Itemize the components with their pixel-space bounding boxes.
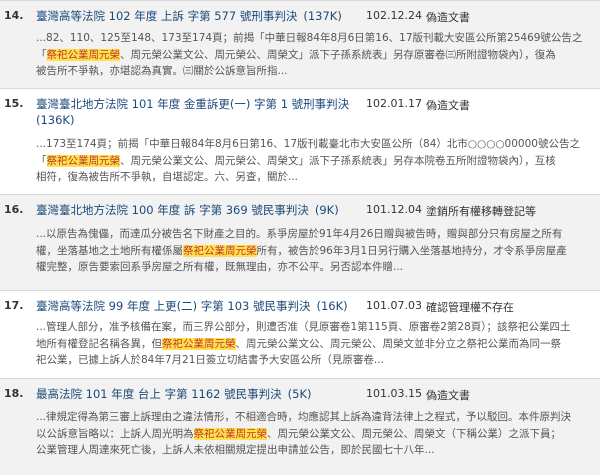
snippet-text: 「: [36, 48, 47, 61]
decision-date: 101.12.04: [366, 203, 422, 216]
result-item: 14. 臺灣高等法院 102 年度 上訴 字第 577 號刑事判決 (137K) 10…: [0, 0, 600, 88]
snippet-text: ...以原告為傀儡，而達瓜分被告名下財產之目的。系爭房屋於91年4月26日贈與被…: [36, 228, 563, 240]
result-number: 18.: [4, 387, 24, 400]
result-divider: [0, 88, 600, 89]
result-snippet: ...以原告為傀儡，而達瓜分被告名下財產之目的。系爭房屋於91年4月26日贈與被…: [36, 226, 591, 276]
case-reason: 偽造文書: [426, 11, 470, 24]
snippet-text: 、周元榮公業文公、周元榮公、周榮文並非分立之祭祀公業而為同一祭: [235, 337, 562, 350]
case-title-link[interactable]: 臺灣高等法院 99 年度 上更(二) 字第 103 號民事判決: [36, 299, 311, 313]
keyword-highlight: 祭祀公業周元榮: [193, 427, 267, 440]
snippet-line: 權，坐落基地之土地所有權係屬祭祀公業周元榮所有，被告於96年3月1日另行購入坐落…: [36, 243, 591, 260]
snippet-line: 祀公業，已據上訴人於84年7月21日簽立切結書予大安區公所（見原審卷...: [36, 352, 591, 369]
snippet-text: ...173至174頁；前揭「中華日報84年8月6日第16、17版刊載臺北市大安…: [36, 138, 580, 150]
result-number: 16.: [4, 203, 24, 216]
decision-date: 101.07.03: [366, 299, 422, 312]
decision-date: 102.12.24: [366, 9, 422, 22]
case-reason: 偽造文書: [426, 99, 470, 112]
case-reason: 塗銷所有權移轉登記等: [426, 205, 536, 218]
decision-date: 101.03.15: [366, 387, 422, 400]
snippet-text: 地所有權登記名稱各異，但: [36, 337, 162, 350]
snippet-text: 公業管理人周達來死亡後，上訴人未依相關規定提出申請並公告，即於民國七十八年...: [36, 444, 435, 456]
snippet-line: ...律規定得為第三審上訴理由之違法情形，不相適合時，均應認其上訴為違背法律上之…: [36, 409, 591, 426]
file-size: (9K): [314, 203, 339, 217]
result-item: 15. 臺灣臺北地方法院 101 年度 金重訴更(一) 字第 1 號刑事判決 (13…: [0, 88, 600, 194]
snippet-line: 權完整，原告要索回系爭房屋之所有權，既無理由，亦不公平。另否認本件贈...: [36, 259, 591, 276]
snippet-line: 公業管理人周達來死亡後，上訴人未依相關規定提出申請並公告，即於民國七十八年...: [36, 442, 591, 459]
snippet-text: 、周元榮公業文公、周元榮公、周榮文」派下子孫系統表」另存本院卷五所附證物袋內），…: [120, 154, 556, 167]
snippet-text: 相符，復為被告所不爭執，自堪認定。六、另查，關於...: [36, 171, 299, 183]
snippet-text: ...律規定得為第三審上訴理由之違法情形，不相適合時，均應認其上訴為違背法律上之…: [36, 411, 572, 423]
result-item: 16. 臺灣臺北地方法院 100 年度 訴 字第 369 號民事判決 (9K) 101…: [0, 194, 600, 290]
case-title-link[interactable]: 臺灣臺北地方法院 101 年度 金重訴更(一) 字第 1 號刑事判決: [36, 97, 349, 111]
case-reason: 確認管理權不存在: [426, 301, 514, 314]
snippet-text: 「: [36, 154, 47, 167]
file-size: (137K): [303, 9, 342, 23]
snippet-line: ...以原告為傀儡，而達瓜分被告名下財產之目的。系爭房屋於91年4月26日贈與被…: [36, 226, 591, 243]
snippet-text: ...管理人部分，准予核備在案，而三界公部分，則遭否准（見原審卷1第115頁、原…: [36, 321, 571, 333]
result-snippet: ...82、110、125至148、173至174頁；前揭「中華日報84年8月6…: [36, 30, 591, 80]
snippet-line: ...173至174頁；前揭「中華日報84年8月6日第16、17版刊載臺北市大安…: [36, 136, 591, 153]
file-size: (136K): [36, 113, 75, 127]
case-title-link[interactable]: 臺灣高等法院 102 年度 上訴 字第 577 號刑事判決: [36, 9, 297, 23]
file-size: (5K): [287, 387, 312, 401]
snippet-line: 地所有權登記名稱各異，但祭祀公業周元榮、周元榮公業文公、周元榮公、周榮文並非分立…: [36, 336, 591, 353]
snippet-line: 相符，復為被告所不爭執，自堪認定。六、另查，關於...: [36, 169, 591, 186]
snippet-text: 、周元榮公業文公、周元榮公、周榮文」派下子孫系統表」另存原審卷㈢所附證物袋內），…: [120, 48, 556, 61]
snippet-line: 被告所不爭執，亦堪認為真實。㈢關於公訴意旨所指...: [36, 63, 591, 80]
snippet-text: ...82、110、125至148、173至174頁；前揭「中華日報84年8月6…: [36, 32, 583, 44]
snippet-text: 所有，被告於96年3月1日另行購入坐落基地持分，才令系爭房屋產: [256, 244, 567, 257]
case-reason: 偽造文書: [426, 389, 470, 402]
result-divider: [0, 194, 600, 195]
case-title-link[interactable]: 最高法院 101 年度 台上 字第 1162 號民事判決: [36, 387, 282, 401]
snippet-line: 以公訴意旨略以：上訴人周光明為祭祀公業周元榮、周元榮公業文公、周元榮公、周榮文（…: [36, 426, 591, 443]
keyword-highlight: 祭祀公業周元榮: [46, 154, 120, 167]
result-divider: [0, 378, 600, 379]
keyword-highlight: 祭祀公業周元榮: [183, 244, 257, 257]
snippet-text: 權，坐落基地之土地所有權係屬: [36, 244, 183, 257]
result-divider: [0, 290, 600, 291]
result-title-line: 臺灣高等法院 102 年度 上訴 字第 577 號刑事判決 (137K): [36, 8, 596, 24]
snippet-line: ...82、110、125至148、173至174頁；前揭「中華日報84年8月6…: [36, 30, 591, 47]
snippet-text: 被告所不爭執，亦堪認為真實。㈢關於公訴意旨所指...: [36, 65, 288, 77]
result-item: 17. 臺灣高等法院 99 年度 上更(二) 字第 103 號民事判決 (16K) 1…: [0, 290, 600, 378]
result-number: 17.: [4, 299, 24, 312]
snippet-line: 「祭祀公業周元榮、周元榮公業文公、周元榮公、周榮文」派下子孫系統表」另存原審卷㈢…: [36, 47, 591, 64]
result-divider: [0, 0, 600, 1]
snippet-line: 「祭祀公業周元榮、周元榮公業文公、周元榮公、周榮文」派下子孫系統表」另存本院卷五…: [36, 153, 591, 170]
snippet-text: 權完整，原告要索回系爭房屋之所有權，既無理由，亦不公平。另否認本件贈...: [36, 261, 404, 273]
snippet-text: 祀公業，已據上訴人於84年7月21日簽立切結書予大安區公所（見原審卷...: [36, 354, 384, 366]
decision-date: 102.01.17: [366, 97, 422, 110]
result-title-line: 臺灣臺北地方法院 101 年度 金重訴更(一) 字第 1 號刑事判決 (136K): [36, 96, 596, 128]
result-snippet: ...173至174頁；前揭「中華日報84年8月6日第16、17版刊載臺北市大安…: [36, 136, 591, 186]
snippet-text: 以公訴意旨略以：上訴人周光明為: [36, 427, 194, 440]
result-snippet: ...律規定得為第三審上訴理由之違法情形，不相適合時，均應認其上訴為違背法律上之…: [36, 409, 591, 459]
result-number: 14.: [4, 9, 24, 22]
file-size: (16K): [316, 299, 348, 313]
result-number: 15.: [4, 97, 24, 110]
case-title-link[interactable]: 臺灣臺北地方法院 100 年度 訴 字第 369 號民事判決: [36, 203, 309, 217]
keyword-highlight: 祭祀公業周元榮: [162, 337, 236, 350]
keyword-highlight: 祭祀公業周元榮: [46, 48, 120, 61]
result-snippet: ...管理人部分，准予核備在案，而三界公部分，則遭否准（見原審卷1第115頁、原…: [36, 319, 591, 369]
result-item: 18. 最高法院 101 年度 台上 字第 1162 號民事判決 (5K) 101.0…: [0, 378, 600, 475]
snippet-line: ...管理人部分，准予核備在案，而三界公部分，則遭否准（見原審卷1第115頁、原…: [36, 319, 591, 336]
snippet-text: 、周元榮公業文公、周元榮公、周榮文（下稱公業）之派下員；: [267, 427, 561, 440]
result-title-line: 最高法院 101 年度 台上 字第 1162 號民事判決 (5K): [36, 386, 596, 402]
